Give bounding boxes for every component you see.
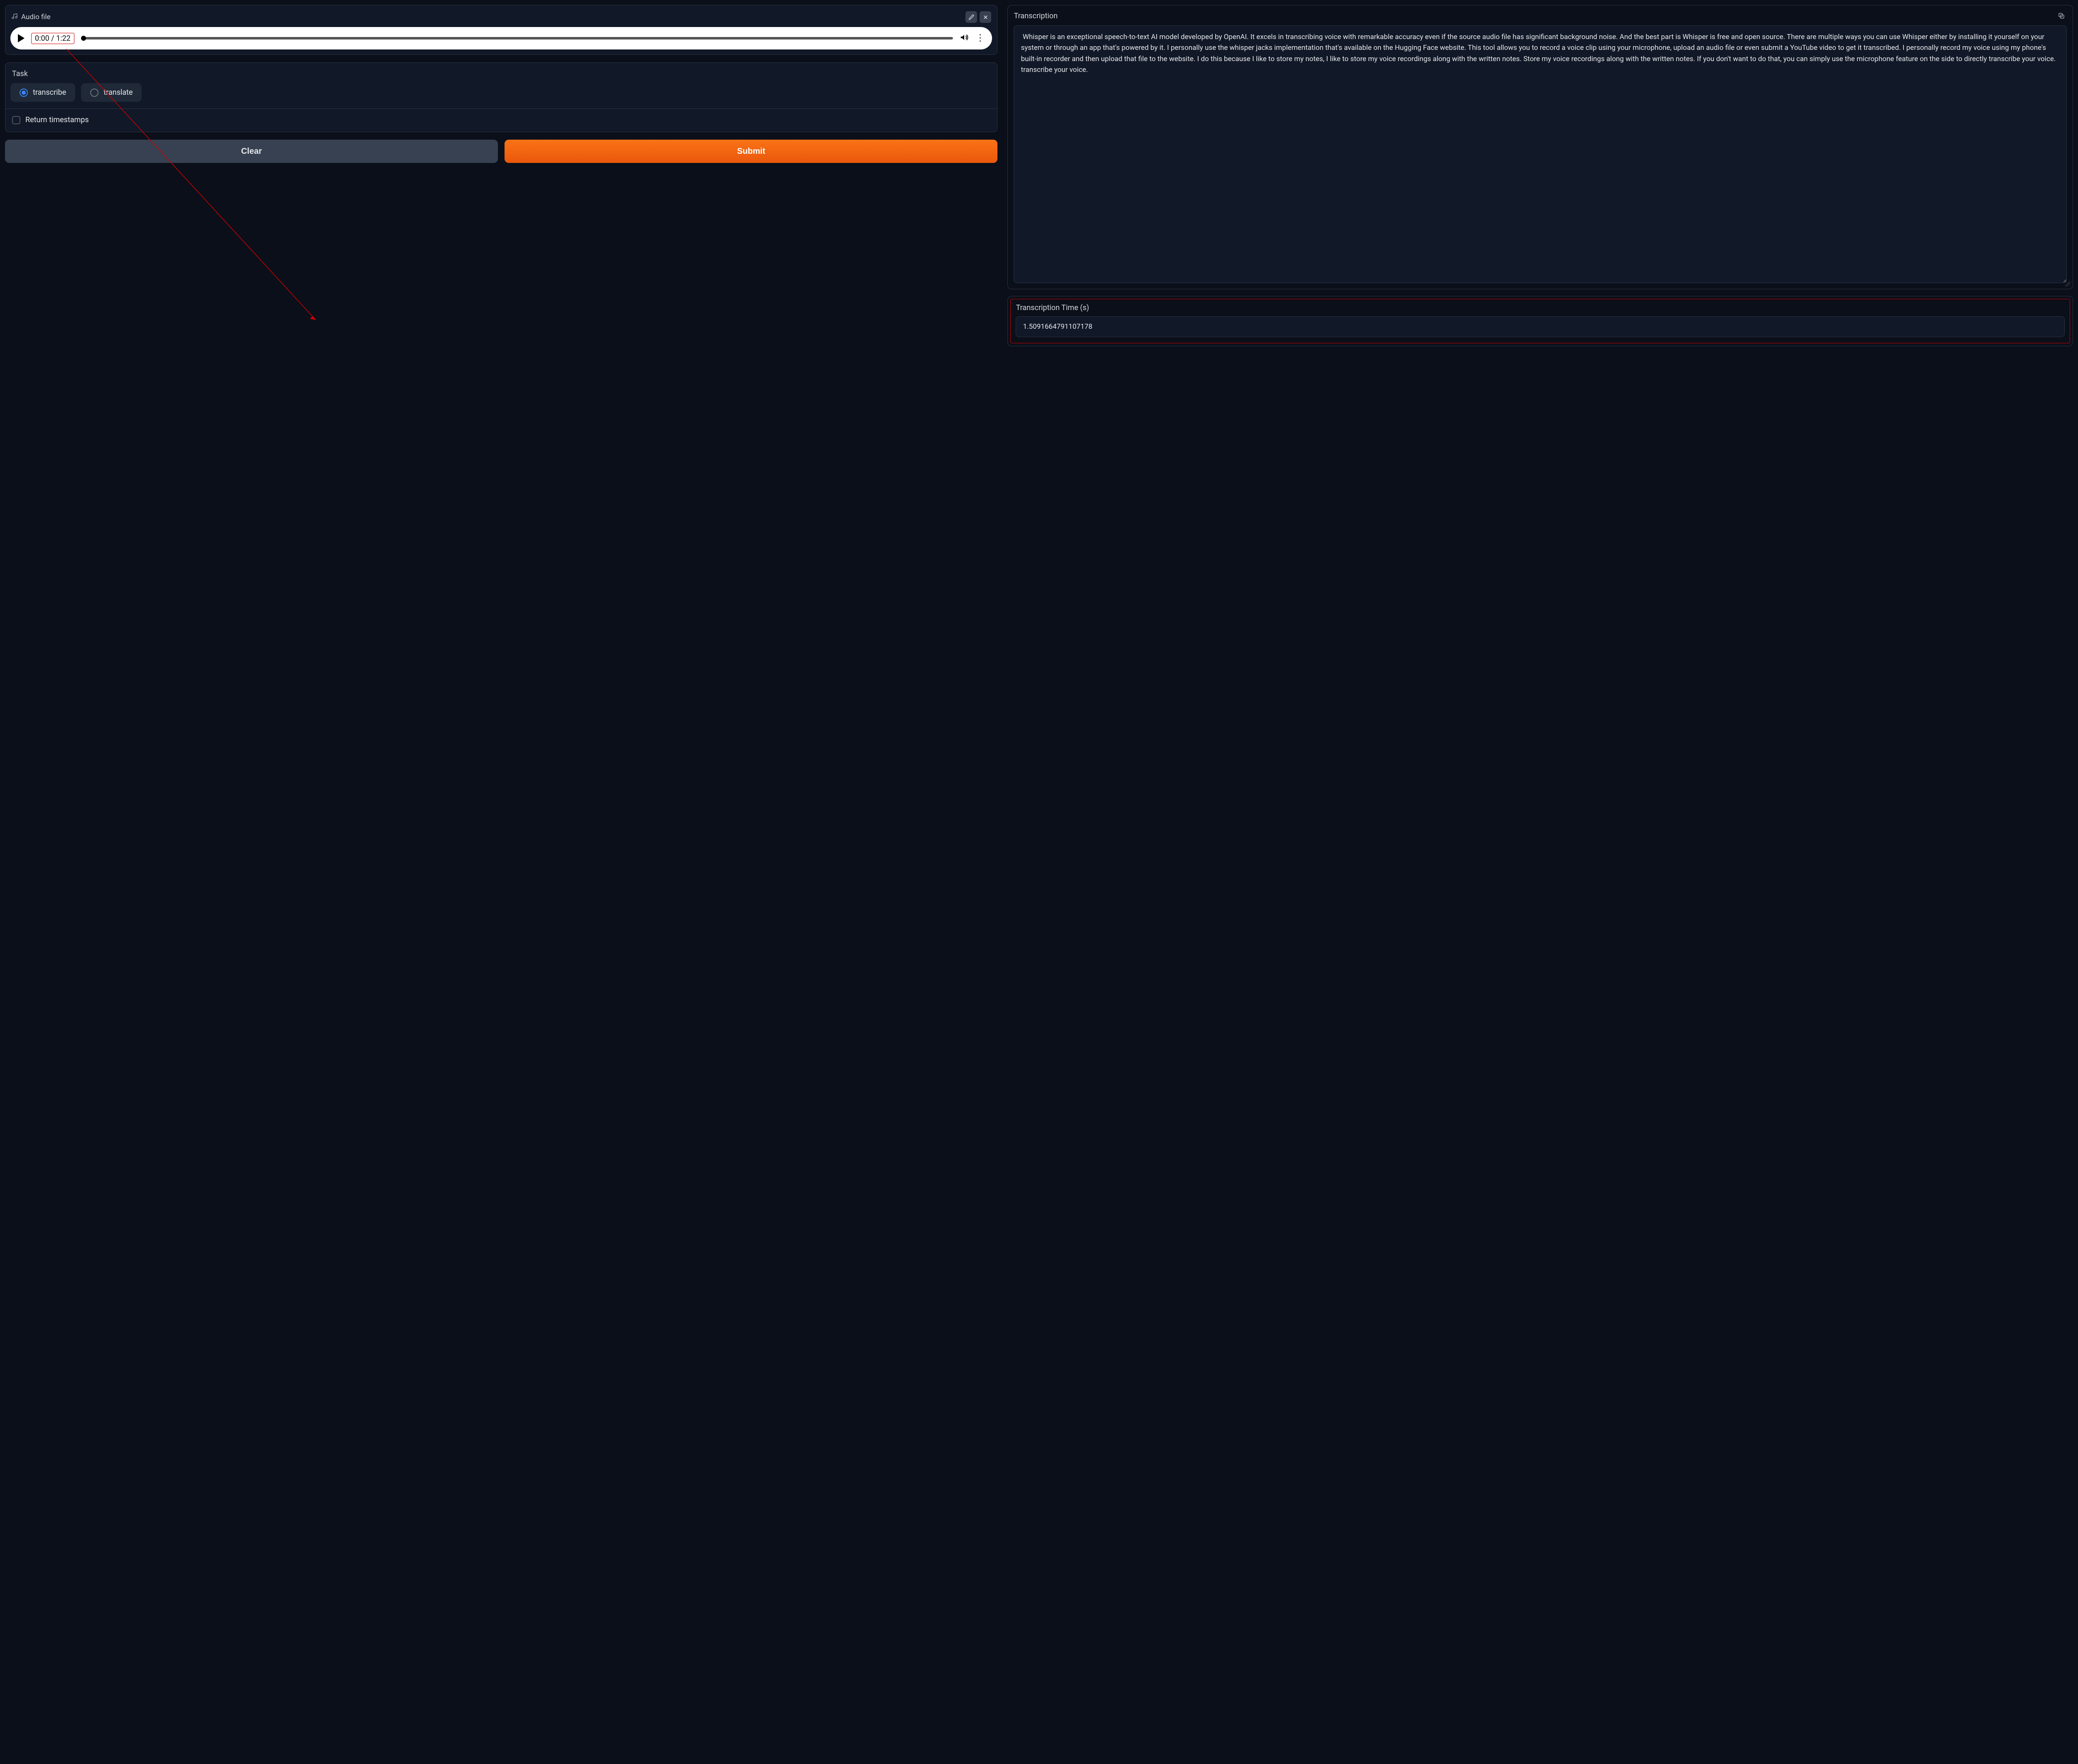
submit-button[interactable]: Submit bbox=[505, 140, 997, 163]
divider bbox=[5, 108, 997, 109]
return-timestamps-row[interactable]: Return timestamps bbox=[10, 116, 992, 127]
transcription-panel: Transcription Whisper is an exceptional … bbox=[1007, 5, 2073, 289]
audio-panel-title-text: Audio file bbox=[21, 13, 51, 21]
music-note-icon bbox=[11, 13, 18, 22]
task-option-translate[interactable]: translate bbox=[81, 83, 142, 102]
more-options-icon[interactable]: ⋮ bbox=[975, 34, 985, 43]
copy-button[interactable] bbox=[2056, 10, 2067, 21]
audio-player: 0:00 / 1:22 ⋮ bbox=[10, 27, 992, 49]
play-button[interactable] bbox=[18, 34, 25, 42]
audio-file-panel: Audio file 0:00 / 1:22 bbox=[5, 5, 997, 55]
radio-indicator bbox=[20, 89, 28, 97]
transcription-time-value: 1.5091664791107178 bbox=[1016, 316, 2065, 337]
task-option-transcribe[interactable]: transcribe bbox=[10, 83, 75, 102]
return-timestamps-checkbox[interactable] bbox=[12, 116, 20, 124]
audio-panel-header: Audio file bbox=[10, 10, 992, 27]
clear-button[interactable]: Clear bbox=[5, 140, 498, 163]
radio-label: transcribe bbox=[33, 88, 66, 97]
radio-indicator bbox=[90, 89, 98, 97]
task-panel: Task transcribe translate Return timesta… bbox=[5, 62, 997, 132]
transcription-time-panel: Transcription Time (s) 1.509166479110717… bbox=[1007, 296, 2073, 346]
seek-bar[interactable] bbox=[81, 37, 953, 39]
transcription-textarea[interactable]: Whisper is an exceptional speech-to-text… bbox=[1014, 25, 2067, 283]
action-buttons: Clear Submit bbox=[5, 140, 997, 163]
task-label: Task bbox=[12, 69, 992, 78]
return-timestamps-label: Return timestamps bbox=[25, 116, 89, 124]
close-button[interactable] bbox=[980, 11, 991, 23]
transcription-label: Transcription bbox=[1014, 12, 1057, 20]
edit-button[interactable] bbox=[965, 11, 977, 23]
radio-label: translate bbox=[103, 88, 133, 97]
audio-time-annotation-box: 0:00 / 1:22 bbox=[31, 33, 74, 44]
volume-icon[interactable] bbox=[960, 33, 969, 44]
task-radio-group: transcribe translate bbox=[10, 83, 992, 102]
resize-handle-icon[interactable] bbox=[2065, 281, 2070, 286]
audio-time-display: 0:00 / 1:22 bbox=[35, 34, 71, 43]
transcription-time-label: Transcription Time (s) bbox=[1016, 303, 1089, 312]
audio-panel-title: Audio file bbox=[11, 13, 51, 22]
transcription-time-annotation-box: Transcription Time (s) 1.509166479110717… bbox=[1010, 299, 2070, 343]
